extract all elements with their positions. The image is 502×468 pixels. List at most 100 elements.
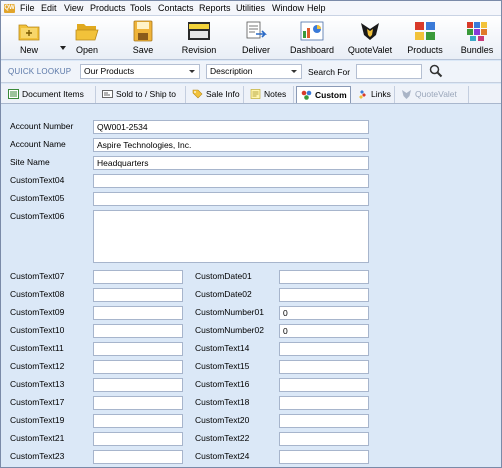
custom-text05-field[interactable]: [93, 192, 369, 206]
custom-text10-field[interactable]: [93, 324, 183, 338]
quick-lookup-bar: QUICK LOOKUP Our Products Description Se…: [1, 61, 501, 83]
custom-text05-label: CustomText05: [10, 193, 65, 203]
quotevalet-button[interactable]: QuoteValet: [343, 16, 397, 60]
custom-text13-label: CustomText13: [10, 379, 65, 389]
tab-sold-to-ship-to[interactable]: Sold to / Ship to: [98, 86, 186, 103]
tab-label: Document Items: [22, 89, 84, 99]
custom-text04-field[interactable]: [93, 174, 369, 188]
tab-links[interactable]: Links: [353, 86, 395, 103]
lookup-field-select[interactable]: Description: [206, 64, 302, 79]
custom-text15-field[interactable]: [279, 360, 369, 374]
custom-text21-label: CustomText21: [10, 433, 65, 443]
custom-text06-textarea[interactable]: [93, 210, 369, 263]
menu-reports[interactable]: Reports: [199, 3, 231, 14]
search-icon[interactable]: [429, 64, 443, 78]
custom-text11-field[interactable]: [93, 342, 183, 356]
tab-label: Links: [371, 89, 391, 99]
quick-lookup-title: QUICK LOOKUP: [8, 67, 72, 76]
custom-text18-field[interactable]: [279, 396, 369, 410]
chevron-down-icon[interactable]: [291, 70, 297, 73]
quotevalet-label: QuoteValet: [347, 45, 393, 55]
custom-text24-field[interactable]: [279, 450, 369, 464]
custom-text12-field[interactable]: [93, 360, 183, 374]
deliver-button[interactable]: Deliver: [233, 16, 279, 60]
open-button[interactable]: Open: [63, 16, 111, 60]
custom-text20-field[interactable]: [279, 414, 369, 428]
chevron-down-icon[interactable]: [189, 70, 195, 73]
custom-text17-field[interactable]: [93, 396, 183, 410]
products-button[interactable]: Products: [401, 16, 449, 60]
custom-text16-field[interactable]: [279, 378, 369, 392]
new-label: New: [19, 45, 38, 55]
bundles-label: Bundles: [460, 45, 494, 55]
account-name-field[interactable]: Aspire Technologies, Inc.: [93, 138, 369, 152]
quotevalet-icon: [361, 23, 379, 40]
menu-view[interactable]: View: [64, 3, 83, 14]
custom-date02-label: CustomDate02: [195, 289, 252, 299]
lookup-source-value: Our Products: [84, 66, 135, 76]
lookup-source-select[interactable]: Our Products: [80, 64, 200, 79]
products-label: Products: [407, 45, 443, 55]
tab-quotevalet[interactable]: QuoteValet: [397, 86, 469, 103]
open-folder-icon: [75, 24, 99, 41]
custom-text10-label: CustomText10: [10, 325, 65, 335]
tab-sale-info[interactable]: Sale Info: [188, 86, 244, 103]
save-label: Save: [132, 45, 154, 55]
custom-text19-field[interactable]: [93, 414, 183, 428]
bundles-button[interactable]: Bundles: [453, 16, 501, 60]
menu-help[interactable]: Help: [307, 3, 326, 14]
products-icon: [415, 22, 435, 40]
custom-text14-label: CustomText14: [195, 343, 250, 353]
tab-bar: Document Items Sold to / Ship to Sale In…: [1, 84, 501, 104]
revision-button[interactable]: Revision: [173, 16, 225, 60]
account-number-field[interactable]: QW001-2534: [93, 120, 369, 134]
toolbar: New Open Save Revision Deliver Dashboard…: [1, 16, 501, 60]
tab-document-items[interactable]: Document Items: [4, 86, 96, 103]
app-window: QW File Edit View Products Tools Contact…: [0, 0, 502, 468]
menu-window[interactable]: Window: [272, 3, 304, 14]
note-icon: [250, 89, 261, 99]
search-for-label: Search For: [308, 67, 351, 77]
custom-text13-field[interactable]: [93, 378, 183, 392]
dashboard-button[interactable]: Dashboard: [285, 16, 339, 60]
app-logo-icon[interactable]: QW: [4, 4, 15, 13]
tab-label: QuoteValet: [415, 89, 457, 99]
lookup-field-value: Description: [210, 66, 253, 76]
custom-number01-field[interactable]: 0: [279, 306, 369, 320]
custom-text07-field[interactable]: [93, 270, 183, 284]
custom-number02-label: CustomNumber02: [195, 325, 264, 335]
site-name-field[interactable]: Headquarters: [93, 156, 369, 170]
tab-label: Custom: [315, 90, 347, 100]
custom-date01-label: CustomDate01: [195, 271, 252, 281]
custom-text09-field[interactable]: [93, 306, 183, 320]
dashboard-label: Dashboard: [289, 45, 335, 55]
custom-text23-field[interactable]: [93, 450, 183, 464]
revision-label: Revision: [181, 45, 217, 55]
search-input[interactable]: [356, 64, 422, 79]
custom-text22-field[interactable]: [279, 432, 369, 446]
new-button[interactable]: New: [3, 16, 55, 60]
tab-custom[interactable]: Custom: [296, 86, 351, 103]
custom-date01-field[interactable]: [279, 270, 369, 284]
document-items-icon: [8, 89, 19, 99]
deliver-icon: [246, 21, 267, 39]
link-icon: [359, 90, 366, 99]
menu-contacts[interactable]: Contacts: [158, 3, 194, 14]
tab-notes[interactable]: Notes: [246, 86, 294, 103]
custom-text23-label: CustomText23: [10, 451, 65, 461]
menu-edit[interactable]: Edit: [41, 3, 57, 14]
custom-text09-label: CustomText09: [10, 307, 65, 317]
tab-label: Sale Info: [206, 89, 240, 99]
custom-number02-field[interactable]: 0: [279, 324, 369, 338]
custom-text08-field[interactable]: [93, 288, 183, 302]
menu-tools[interactable]: Tools: [130, 3, 151, 14]
menu-products[interactable]: Products: [90, 3, 126, 14]
menu-utilities[interactable]: Utilities: [236, 3, 265, 14]
custom-fields-icon: [301, 90, 312, 100]
menu-file[interactable]: File: [20, 3, 35, 14]
custom-text14-field[interactable]: [279, 342, 369, 356]
save-button[interactable]: Save: [119, 16, 167, 60]
custom-text21-field[interactable]: [93, 432, 183, 446]
revision-icon: [188, 22, 210, 40]
custom-date02-field[interactable]: [279, 288, 369, 302]
